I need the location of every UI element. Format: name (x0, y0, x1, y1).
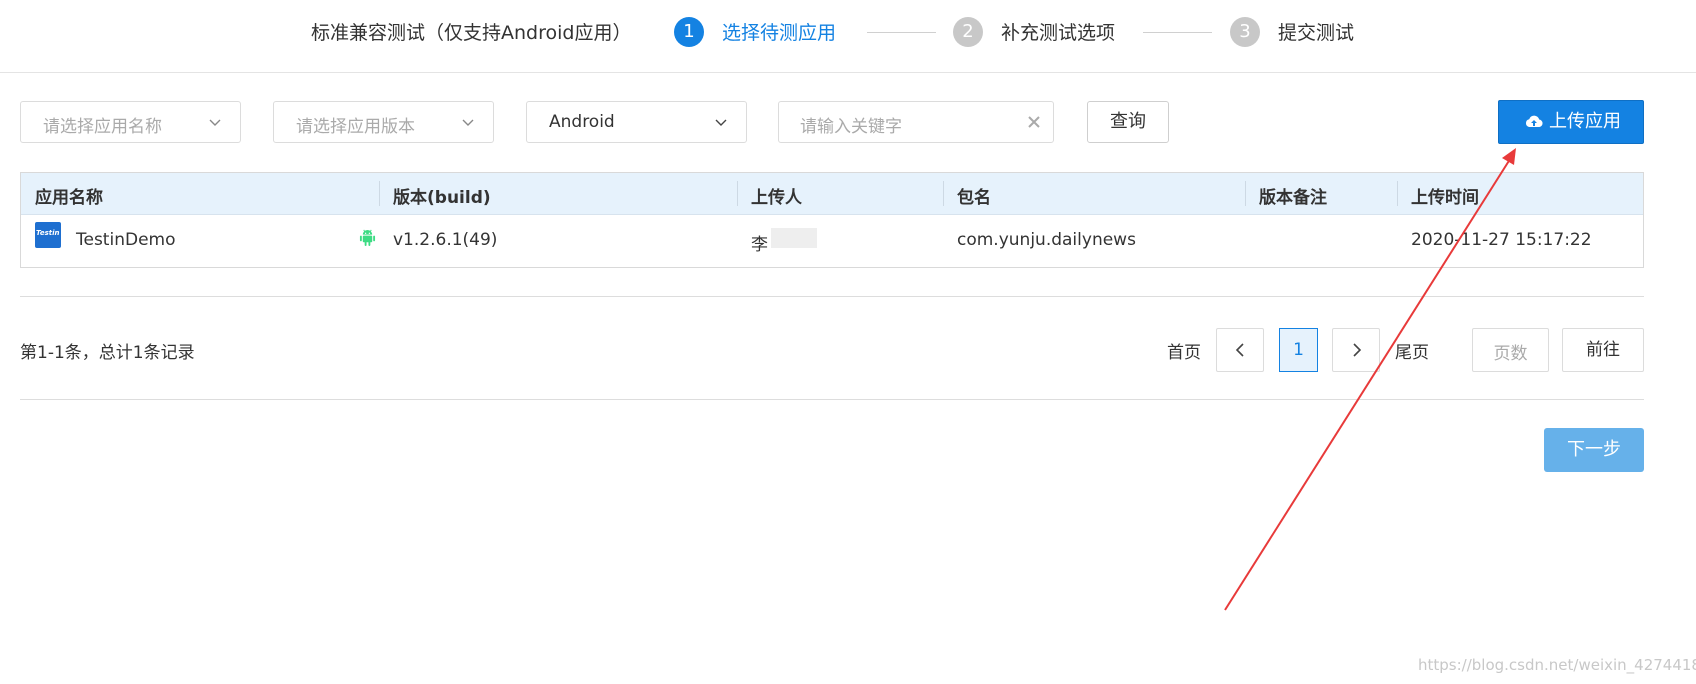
record-summary: 第1-1条，总计1条记录 (20, 343, 195, 363)
chevron-right-icon (1353, 343, 1362, 357)
upload-app-button[interactable]: 上传应用 (1498, 100, 1644, 144)
app-name-select-placeholder: 请选择应用名称 (43, 117, 162, 137)
platform-select[interactable]: Android (526, 101, 747, 143)
android-icon (359, 229, 376, 246)
app-version-select-placeholder: 请选择应用版本 (296, 117, 415, 137)
page-title: 标准兼容测试（仅支持Android应用） (311, 22, 632, 44)
column-header-app-name: 应用名称 (35, 188, 103, 208)
table-header: 应用名称 版本(build) 上传人 包名 版本备注 上传时间 (21, 173, 1643, 215)
step-3-number: 3 (1230, 17, 1260, 47)
column-header-version-note: 版本备注 (1259, 188, 1327, 208)
watermark: https://blog.csdn.net/weixin_42744183 (1418, 656, 1696, 674)
step-divider (867, 32, 936, 33)
chevron-left-icon (1235, 343, 1244, 357)
step-3-label: 提交测试 (1278, 22, 1355, 44)
header-divider (0, 72, 1696, 73)
package-cell: com.yunju.dailynews (957, 230, 1136, 250)
column-header-upload-time: 上传时间 (1411, 188, 1479, 208)
page-number-current[interactable]: 1 (1279, 328, 1318, 372)
next-page-button[interactable] (1332, 328, 1380, 372)
query-button[interactable]: 查询 (1087, 101, 1169, 143)
step-1-number: 1 (674, 17, 704, 47)
prev-page-button[interactable] (1216, 328, 1264, 372)
chevron-down-icon (209, 119, 221, 126)
column-divider (943, 181, 944, 206)
app-version-select[interactable]: 请选择应用版本 (273, 101, 494, 143)
column-header-package: 包名 (957, 188, 991, 208)
chevron-down-icon (462, 119, 474, 126)
uploader-cell: 李 (751, 235, 768, 255)
version-cell: v1.2.6.1(49) (393, 230, 498, 250)
divider (20, 296, 1644, 297)
column-divider (1397, 181, 1398, 206)
column-divider (737, 181, 738, 206)
step-divider (1143, 32, 1212, 33)
divider (20, 399, 1644, 400)
app-name-select[interactable]: 请选择应用名称 (20, 101, 241, 143)
column-divider (1245, 181, 1246, 206)
platform-select-value: Android (549, 112, 615, 132)
page-number-input-placeholder: 页数 (1493, 344, 1528, 364)
keyword-search-field[interactable]: 请输入关键字 (778, 101, 1054, 143)
app-name-cell: TestinDemo (76, 230, 176, 250)
upload-time-cell: 2020-11-27 15:17:22 (1411, 230, 1592, 250)
last-page-link[interactable]: 尾页 (1395, 338, 1429, 363)
column-header-uploader: 上传人 (751, 188, 802, 208)
keyword-search-placeholder: 请输入关键字 (800, 117, 902, 137)
go-button[interactable]: 前往 (1562, 328, 1644, 372)
step-2-number: 2 (953, 17, 983, 47)
step-2-label: 补充测试选项 (1001, 22, 1116, 44)
table-row[interactable]: Testin TestinDemo v1.2.6.1(49) 李 com.yun… (21, 215, 1643, 267)
page-number-input[interactable]: 页数 (1472, 328, 1549, 372)
chevron-down-icon (715, 119, 727, 126)
app-icon: Testin (35, 222, 61, 248)
column-divider (379, 181, 380, 206)
upload-app-label: 上传应用 (1549, 111, 1621, 132)
app-table: 应用名称 版本(build) 上传人 包名 版本备注 上传时间 Testin T… (20, 172, 1644, 268)
column-header-version: 版本(build) (393, 188, 491, 208)
app-icon-text: Testin (36, 229, 60, 237)
clear-icon[interactable] (1027, 115, 1041, 129)
step-1-label: 选择待测应用 (722, 22, 837, 44)
cloud-upload-icon (1525, 115, 1543, 127)
first-page-link[interactable]: 首页 (1167, 338, 1201, 363)
next-step-button[interactable]: 下一步 (1544, 428, 1644, 472)
uploader-redaction (771, 228, 817, 248)
